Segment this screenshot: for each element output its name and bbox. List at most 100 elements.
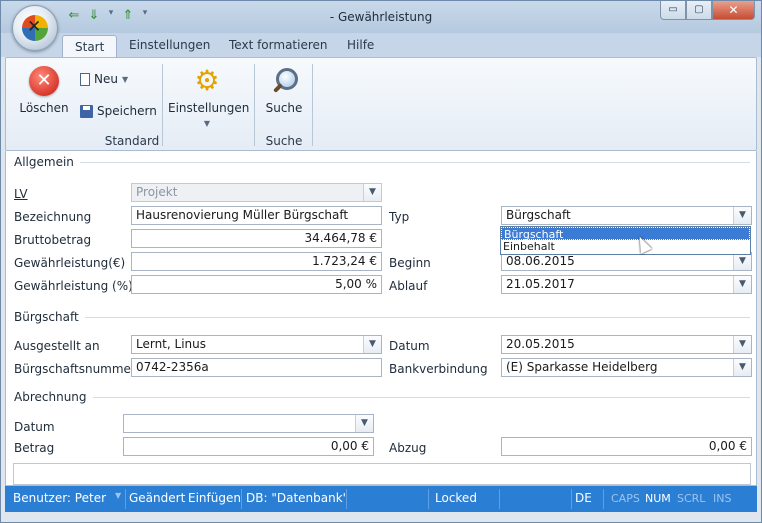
bankverbindung-select[interactable]: (E) Sparkasse Heidelberg ▼ [501, 358, 752, 377]
beginn-label: Beginn [389, 256, 431, 270]
application-menu-button[interactable] [12, 5, 58, 51]
window-title: - Gewährleistung [329, 10, 433, 24]
group-divider [312, 64, 313, 146]
abrechnung-datum-picker[interactable]: ▼ [123, 414, 374, 433]
abzug-label: Abzug [389, 441, 427, 455]
group-label-standard: Standard [104, 134, 160, 148]
chevron-down-icon: ▼ [363, 184, 381, 201]
status-num: NUM [645, 492, 671, 505]
window-controls: ▭ ▢ ✕ [660, 1, 755, 20]
maximize-button[interactable]: ▢ [686, 1, 712, 20]
new-button[interactable]: Neu ▼ [80, 72, 128, 86]
section-buergschaft: Bürgschaft [14, 310, 85, 324]
tab-einstellungen[interactable]: Einstellungen [129, 38, 210, 52]
betrag-field[interactable]: 0,00 € [123, 437, 374, 456]
gewaehrleistung-pct-label: Gewährleistung (%) [14, 279, 133, 293]
chevron-down-icon[interactable]: ▼ [733, 359, 751, 376]
group-label-search: Suche [265, 134, 303, 148]
settings-button-label: Einstellungen [168, 101, 250, 115]
lv-select: Projekt ▼ [131, 183, 382, 202]
status-database: DB: "Datenbank" [246, 491, 349, 505]
section-divider [82, 317, 750, 318]
search-button[interactable]: Suche [260, 66, 308, 115]
abzug-field[interactable]: 0,00 € [501, 437, 752, 456]
chevron-down-icon[interactable]: ▼ [733, 253, 751, 270]
bezeichnung-label: Bezeichnung [14, 210, 92, 224]
status-divider [241, 489, 242, 509]
ablauf-label: Ablauf [389, 279, 428, 293]
buergschaftsnummer-label: Bürgschaftsnummer [14, 362, 136, 376]
bezeichnung-field[interactable]: Hausrenovierung Müller Bürgschaft [131, 206, 382, 225]
chevron-down-icon[interactable]: ▼ [733, 336, 751, 353]
status-divider [603, 489, 604, 509]
delete-button-label: Löschen [19, 101, 69, 115]
ribbon: ✕ Löschen Neu ▼ Speichern Standard ⚙ Ein… [5, 57, 757, 151]
typ-value: Bürgschaft [506, 208, 571, 222]
section-abrechnung: Abrechnung [14, 390, 93, 404]
status-divider [125, 489, 126, 509]
ablauf-value: 21.05.2017 [506, 277, 575, 291]
status-user[interactable]: Benutzer: Peter [13, 491, 106, 505]
gewaehrleistung-eur-label: Gewährleistung(€) [14, 256, 126, 270]
tab-hilfe[interactable]: Hilfe [347, 38, 374, 52]
typ-option-buergschaft[interactable]: Bürgschaft [501, 227, 750, 241]
chevron-down-icon: ▼ [203, 119, 211, 128]
bankverbindung-label: Bankverbindung [389, 362, 488, 376]
ausgestellt-select[interactable]: Lernt, Linus ▼ [131, 335, 382, 354]
typ-label: Typ [389, 210, 410, 224]
betrag-label: Betrag [14, 441, 55, 455]
ausgestellt-label: Ausgestellt an [14, 339, 100, 353]
abrechnung-datum-label: Datum [14, 420, 55, 434]
gewaehrleistung-pct-field[interactable]: 5,00 % [131, 275, 382, 294]
typ-select[interactable]: Bürgschaft ▼ [501, 206, 752, 225]
new-document-icon [80, 72, 90, 86]
title-bar: ⇐ ⇓ ▾ ⇑ ▾ - Gewährleistung ▭ ▢ ✕ [1, 1, 761, 33]
typ-dropdown-list: Bürgschaft Einbehalt [500, 226, 751, 255]
lv-label: LV [14, 187, 28, 201]
chevron-down-icon: ▼ [121, 74, 129, 84]
typ-option-einbehalt[interactable]: Einbehalt [501, 240, 750, 253]
status-divider [571, 489, 572, 509]
status-divider [499, 489, 500, 509]
datum-date-picker[interactable]: 20.05.2015 ▼ [501, 335, 752, 354]
status-insert: Einfügen [188, 491, 241, 505]
close-button[interactable]: ✕ [712, 1, 755, 20]
delete-button[interactable]: ✕ Löschen [16, 66, 72, 115]
section-divider [86, 397, 750, 398]
gewaehrleistung-eur-field[interactable]: 1.723,24 € [131, 252, 382, 271]
search-icon [268, 66, 300, 96]
ausgestellt-value: Lernt, Linus [136, 337, 207, 351]
chevron-down-icon[interactable]: ▼ [363, 336, 381, 353]
status-scrl: SCRL [677, 492, 706, 505]
search-button-label: Suche [265, 101, 303, 115]
status-bar: Benutzer: Peter ▼ Geändert Einfügen DB: … [5, 486, 757, 512]
save-button[interactable]: Speichern [80, 104, 157, 118]
ribbon-tabs: Start Einstellungen Text formatieren Hil… [1, 33, 761, 57]
brutto-label: Bruttobetrag [14, 233, 92, 247]
app-logo-icon [22, 15, 48, 41]
chevron-down-icon[interactable]: ▼ [115, 491, 121, 500]
status-caps: CAPS [611, 492, 640, 505]
section-allgemein: Allgemein [14, 155, 80, 169]
status-ins: INS [713, 492, 732, 505]
status-changed: Geändert [129, 491, 186, 505]
gear-icon: ⚙ [194, 64, 220, 97]
group-divider [162, 64, 163, 146]
tab-start[interactable]: Start [62, 35, 118, 57]
group-divider [254, 64, 255, 146]
bankverbindung-value: (E) Sparkasse Heidelberg [506, 360, 658, 374]
settings-button[interactable]: ⚙ Einstellungen ▼ [168, 64, 250, 129]
app-window: ⇐ ⇓ ▾ ⇑ ▾ - Gewährleistung ▭ ▢ ✕ Start E… [0, 0, 762, 523]
ablauf-date-picker[interactable]: 21.05.2017 ▼ [501, 275, 752, 294]
brutto-field[interactable]: 34.464,78 € [131, 229, 382, 248]
section-divider [78, 162, 750, 163]
save-icon [80, 104, 93, 118]
chevron-down-icon[interactable]: ▼ [733, 207, 751, 224]
tab-text-formatieren[interactable]: Text formatieren [229, 38, 328, 52]
buergschaftsnummer-field[interactable]: 0742-2356a [131, 358, 382, 377]
status-divider [428, 489, 429, 509]
chevron-down-icon[interactable]: ▼ [733, 276, 751, 293]
chevron-down-icon[interactable]: ▼ [355, 415, 373, 432]
minimize-button[interactable]: ▭ [660, 1, 686, 20]
notes-area[interactable] [13, 463, 751, 485]
